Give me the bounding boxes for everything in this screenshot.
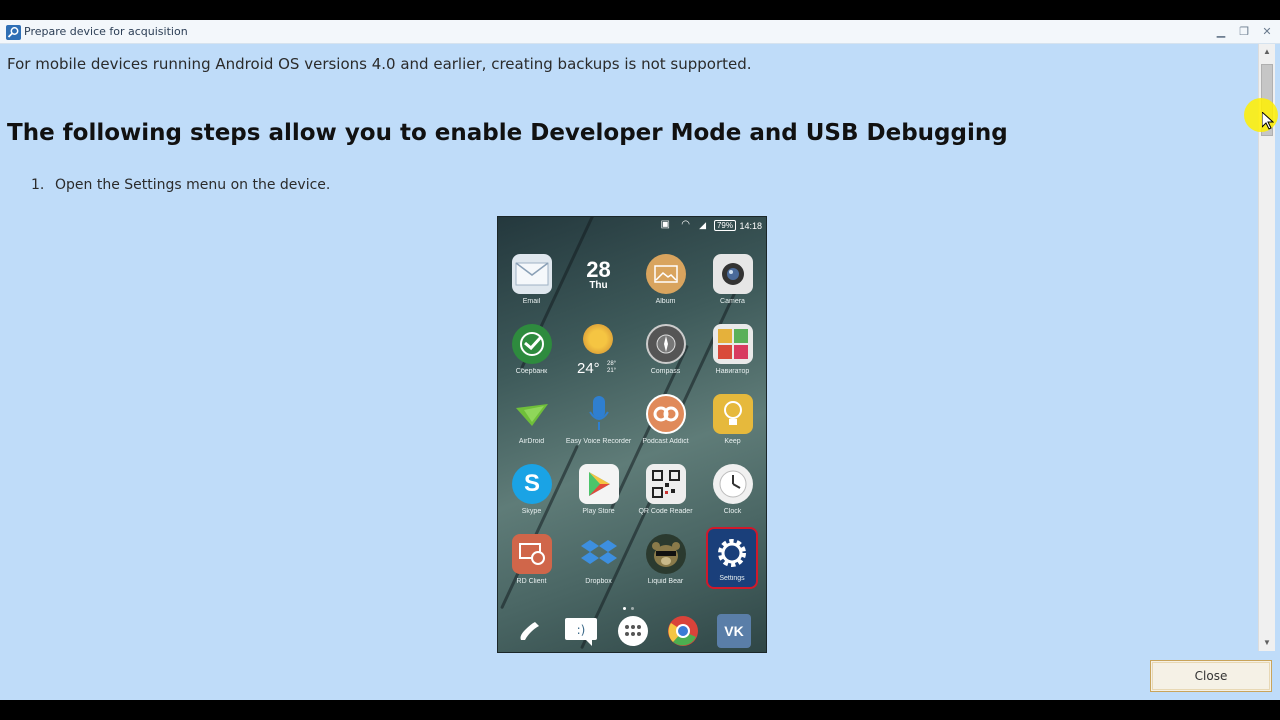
app-sberbank: Сбербанк — [498, 324, 565, 394]
weather-widget: 24° 28° 21° — [565, 324, 632, 394]
qr-code-icon — [646, 464, 686, 504]
step-item: 1. Open the Settings menu on the device. — [31, 177, 330, 193]
clock-icon — [713, 464, 753, 504]
app-settings-highlighted: Settings — [706, 527, 758, 589]
app-email: Email — [498, 254, 565, 324]
album-icon — [646, 254, 686, 294]
weather-sun-icon — [583, 324, 613, 354]
play-store-icon — [579, 464, 619, 504]
wifi-icon: ◠ — [681, 219, 690, 230]
mouse-pointer-icon — [1261, 110, 1275, 135]
phone-clock: 14:18 — [739, 221, 762, 231]
close-button[interactable]: Close — [1150, 660, 1272, 692]
podcast-icon — [646, 394, 686, 434]
keep-icon — [713, 394, 753, 434]
phone-screenshot: ▣ ◠ ◢ 79% 14:18 Email 28 Thu Album Camer… — [497, 216, 767, 653]
app-magnifier-icon — [6, 25, 21, 40]
app-clock: Clock — [699, 464, 766, 534]
app-liquid-bear: Liquid Bear — [632, 534, 699, 604]
maximize-icon[interactable]: ❐ — [1235, 23, 1253, 41]
phone-status-bar: ▣ ◠ ◢ 79% 14:18 — [498, 217, 766, 235]
chrome-icon — [666, 614, 700, 648]
calendar-widget: 28 Thu — [586, 257, 611, 291]
vertical-scrollbar[interactable]: ▲ ▼ — [1258, 44, 1275, 651]
email-icon — [512, 254, 552, 294]
app-drawer-icon — [616, 614, 650, 648]
backup-note: For mobile devices running Android OS ve… — [7, 55, 752, 73]
nfc-icon: ▣ — [660, 219, 670, 230]
step-text: Open the Settings menu on the device. — [55, 177, 331, 193]
app-keep: Keep — [699, 394, 766, 464]
minimize-icon[interactable]: ▁ — [1212, 23, 1230, 41]
app-qr-code-reader: QR Code Reader — [632, 464, 699, 534]
scroll-up-arrow-icon[interactable]: ▲ — [1259, 44, 1275, 60]
messages-icon: :) — [564, 614, 598, 648]
rd-client-icon — [512, 534, 552, 574]
microphone-icon — [579, 394, 619, 434]
skype-icon: S — [512, 464, 552, 504]
app-album: Album — [632, 254, 699, 324]
signal-icon: ◢ — [699, 220, 706, 230]
title-bar[interactable]: Prepare device for acquisition ▁ ❐ ✕ — [0, 20, 1280, 44]
compass-icon — [646, 324, 686, 364]
svg-text::): :) — [577, 623, 586, 637]
scroll-down-arrow-icon[interactable]: ▼ — [1259, 635, 1275, 651]
app-navigator: Навигатор — [699, 324, 766, 394]
settings-icon — [712, 533, 752, 573]
app-skype: S Skype — [498, 464, 565, 534]
app-rd-client: RD Client — [498, 534, 565, 604]
app-easy-voice-recorder: Easy Voice Recorder — [565, 394, 632, 464]
dialog-window: Prepare device for acquisition ▁ ❐ ✕ For… — [0, 20, 1280, 700]
camera-icon — [713, 254, 753, 294]
app-compass: Compass — [632, 324, 699, 394]
app-podcast-addict: Podcast Addict — [632, 394, 699, 464]
phone-icon — [513, 614, 547, 648]
dropbox-icon — [579, 534, 619, 574]
battery-indicator: 79% — [713, 220, 736, 231]
video-letterbox-top — [0, 0, 1280, 20]
app-dropbox: Dropbox — [565, 534, 632, 604]
step-number: 1. — [31, 177, 45, 193]
bear-icon — [646, 534, 686, 574]
instructions-content: For mobile devices running Android OS ve… — [0, 44, 1258, 700]
sberbank-icon — [512, 324, 552, 364]
page-indicator — [623, 597, 643, 610]
app-camera: Camera — [699, 254, 766, 324]
window-title: Prepare device for acquisition — [24, 25, 188, 38]
section-heading: The following steps allow you to enable … — [7, 120, 1008, 146]
airdroid-icon — [512, 394, 552, 434]
vk-icon: VK — [717, 614, 751, 648]
app-play-store: Play Store — [565, 464, 632, 534]
video-letterbox-bottom — [0, 700, 1280, 720]
navigator-icon — [713, 324, 753, 364]
app-airdroid: AirDroid — [498, 394, 565, 464]
close-icon[interactable]: ✕ — [1258, 23, 1276, 41]
